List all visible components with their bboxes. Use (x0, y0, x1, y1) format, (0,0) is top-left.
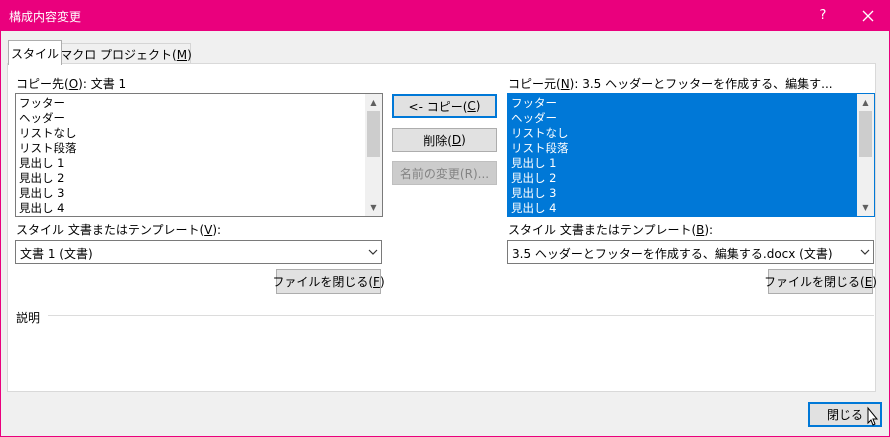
chevron-down-icon[interactable] (363, 241, 381, 263)
scroll-thumb[interactable] (859, 111, 872, 157)
list-item[interactable]: ヘッダー (16, 111, 365, 126)
chevron-down-icon[interactable] (855, 241, 873, 263)
mouse-cursor-icon (867, 406, 879, 426)
copy-from-label: コピー元(N): 3.5 ヘッダーとフッターを作成する、編集す... (508, 77, 833, 91)
copy-from-style-list[interactable]: フッター ヘッダー リストなし リスト段落 見出し 1 見出し 2 見出し 3 … (507, 93, 875, 217)
title-bar: 構成内容変更 ? (0, 0, 890, 31)
left-close-file-button[interactable]: ファイルを閉じる(F) (272, 269, 385, 294)
copy-from-scrollbar[interactable]: ▲ ▼ (857, 94, 874, 216)
list-item[interactable]: 見出し 2 (16, 171, 365, 186)
scroll-down-icon[interactable]: ▼ (365, 199, 382, 216)
tab-macro-projects[interactable]: マクロ プロジェクト(M) (60, 43, 192, 64)
copy-from-source-select[interactable]: 3.5 ヘッダーとフッターを作成する、編集する.docx (文書) (507, 240, 874, 264)
copy-to-source-label: スタイル 文書またはテンプレート(V): (16, 223, 222, 237)
scroll-up-icon[interactable]: ▲ (857, 94, 874, 111)
copy-to-source-value: 文書 1 (文書) (20, 247, 93, 261)
list-item[interactable]: ヘッダー (508, 111, 857, 126)
delete-button[interactable]: 削除(D) (392, 128, 497, 152)
list-item[interactable]: リストなし (508, 126, 857, 141)
list-item[interactable]: フッター (508, 96, 857, 111)
copy-from-document: 3.5 ヘッダーとフッターを作成する、編集す... (582, 77, 833, 91)
tab-styles[interactable]: スタイル (8, 40, 62, 65)
copy-to-document: 文書 1 (90, 77, 127, 91)
list-item[interactable]: 見出し 2 (508, 171, 857, 186)
description-separator (48, 315, 874, 316)
list-item[interactable]: 見出し 4 (16, 201, 365, 216)
copy-from-source-value: 3.5 ヘッダーとフッターを作成する、編集する.docx (文書) (512, 247, 833, 261)
copy-from-source-label: スタイル 文書またはテンプレート(B): (508, 223, 714, 237)
scroll-up-icon[interactable]: ▲ (365, 94, 382, 111)
help-button[interactable]: ? (800, 0, 846, 31)
list-item[interactable]: 見出し 1 (16, 156, 365, 171)
close-icon (862, 10, 874, 21)
list-item[interactable]: 見出し 4 (508, 201, 857, 216)
copy-to-label: コピー先(O): 文書 1 (16, 77, 127, 91)
copy-to-source-select[interactable]: 文書 1 (文書) (15, 240, 382, 264)
list-item[interactable]: リスト段落 (508, 141, 857, 156)
list-item[interactable]: フッター (16, 96, 365, 111)
window-title: 構成内容変更 (9, 10, 82, 24)
scroll-down-icon[interactable]: ▼ (857, 199, 874, 216)
copy-to-scrollbar[interactable]: ▲ ▼ (365, 94, 382, 216)
list-item[interactable]: 見出し 3 (16, 186, 365, 201)
right-close-file-button[interactable]: ファイルを閉じる(E) (764, 269, 877, 294)
tab-macro-projects-label: マクロ プロジェクト(M) (60, 47, 192, 62)
copy-button[interactable]: <- コピー(C) (392, 94, 497, 118)
scroll-thumb[interactable] (367, 111, 380, 157)
list-item[interactable]: 見出し 1 (508, 156, 857, 171)
window-border-left (0, 31, 1, 437)
list-item[interactable]: リスト段落 (16, 141, 365, 156)
copy-to-style-list[interactable]: フッター ヘッダー リストなし リスト段落 見出し 1 見出し 2 見出し 3 … (15, 93, 383, 217)
close-window-button[interactable] (846, 0, 890, 31)
tab-styles-label: スタイル (10, 46, 59, 61)
rename-button[interactable]: 名前の変更(R)... (392, 161, 497, 185)
list-item[interactable]: リストなし (16, 126, 365, 141)
list-item[interactable]: 見出し 3 (508, 186, 857, 201)
description-label: 説明 (16, 311, 41, 325)
